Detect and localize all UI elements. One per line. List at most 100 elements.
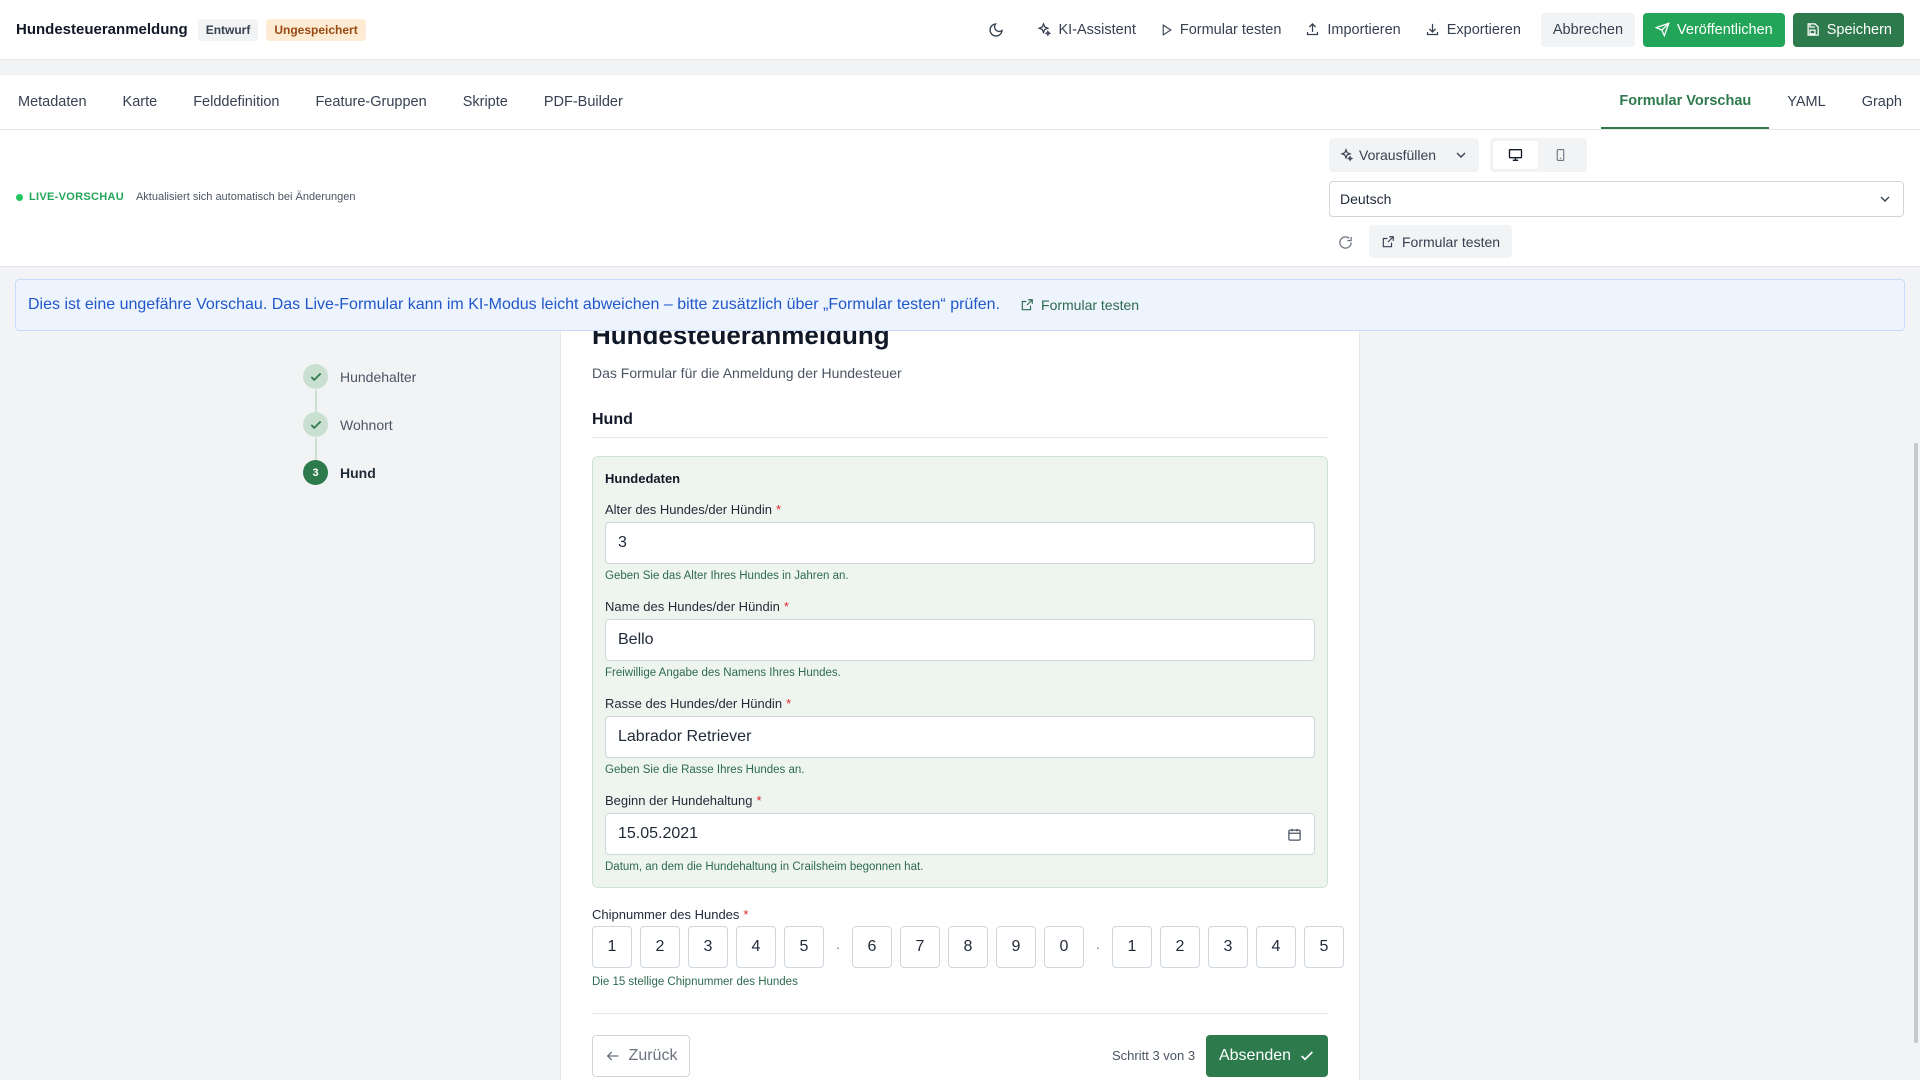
save-button[interactable]: Speichern [1792,12,1904,47]
export-button[interactable]: Exportieren [1413,13,1533,47]
submit-button[interactable]: Absenden [1206,1035,1328,1077]
chip-digit-input[interactable]: 8 [948,926,988,968]
banner-formular-testen-link[interactable]: Formular testen [1020,297,1139,313]
chip-digit-input[interactable]: 3 [688,926,728,968]
step-label: Hundehalter [340,368,417,385]
ki-assistent-button[interactable]: KI-Assistent [1024,13,1147,47]
prefill-dropdown[interactable]: Vorausfüllen [1329,138,1479,172]
external-link-icon [1382,235,1394,247]
form-subtitle: Das Formular für die Anmeldung der Hunde… [592,365,902,381]
preview-formular-testen-button[interactable]: Formular testen [1369,225,1513,258]
stepper-line [315,438,317,462]
tab-skripte[interactable]: Skripte [445,75,526,129]
mobile-view-button[interactable] [1538,141,1583,169]
tab-felddefinition[interactable]: Felddefinition [175,75,297,129]
tab-karte[interactable]: Karte [105,75,176,129]
submit-label: Absenden [1218,1047,1292,1064]
field-label-name: Name des Hundes/der Hündin * [605,599,789,614]
dark-mode-button[interactable] [978,13,1014,47]
live-label: LIVE-VORSCHAU [29,191,124,203]
chip-help: Die 15 stellige Chipnummer des Hundes [592,976,798,988]
step-hund[interactable]: 3 Hund [303,460,376,485]
chip-digit-input[interactable]: 4 [736,926,776,968]
export-label: Exportieren [1446,21,1521,38]
rasse-input[interactable]: Labrador Retriever [605,716,1315,758]
top-bar: Hundesteueranmeldung Entwurf Ungespeiche… [0,0,1920,60]
beginn-help: Datum, an dem die Hundehaltung in Crails… [605,861,924,873]
language-value: Deutsch [1340,191,1392,207]
rasse-help: Geben Sie die Rasse Ihres Hundes an. [605,764,805,776]
step-number: 3 [303,460,328,485]
preview-info-banner: Dies ist eine ungefähre Vorschau. Das Li… [15,279,1905,331]
chip-label: Chipnummer des Hundes * [592,907,749,922]
download-icon [1426,23,1438,36]
chip-digit-input[interactable]: 9 [996,926,1036,968]
back-button[interactable]: Zurück [592,1035,690,1077]
chip-digit-input[interactable]: 5 [1304,926,1344,968]
language-select[interactable]: Deutsch [1329,181,1904,217]
alter-input[interactable]: 3 [605,522,1315,564]
reload-button[interactable] [1334,231,1356,253]
moon-icon [989,22,1004,37]
beginn-date-input[interactable]: 15.05.2021 [605,813,1275,855]
external-link-icon [1021,299,1033,311]
chip-digit-input[interactable]: 2 [1160,926,1200,968]
play-icon [1162,23,1172,36]
chip-digit-input[interactable]: 1 [592,926,632,968]
chip-digit-input[interactable]: 0 [1044,926,1084,968]
chip-digit-input[interactable]: 2 [640,926,680,968]
section-divider [592,437,1328,438]
alter-help: Geben Sie das Alter Ihres Hundes in Jahr… [605,570,849,582]
date-picker-button[interactable] [1274,813,1315,855]
chevron-down-icon [1880,196,1890,202]
tab-bar: Metadaten Karte Felddefinition Feature-G… [0,75,1920,130]
cancel-button[interactable]: Abbrechen [1540,12,1636,47]
name-input[interactable]: Bello [605,619,1315,661]
desktop-view-button[interactable] [1493,141,1538,169]
publish-button[interactable]: Veröffentlichen [1643,12,1785,47]
upload-icon [1307,22,1319,36]
top-actions: KI-Assistent Formular testen Importieren… [978,12,1904,47]
import-label: Importieren [1327,21,1401,38]
save-icon [1807,23,1819,36]
step-wohnort[interactable]: Wohnort [303,412,393,437]
chip-digit-input[interactable]: 7 [900,926,940,968]
device-switch [1490,138,1587,172]
tab-graph[interactable]: Graph [1844,75,1920,129]
tab-formular-vorschau[interactable]: Formular Vorschau [1601,75,1770,129]
chip-number-inputs: 1 2 3 4 5 · 6 7 8 9 0 · 1 2 3 4 5 [592,926,1344,968]
check-icon [310,372,321,381]
prefill-label: Vorausfüllen [1359,147,1437,163]
save-label: Speichern [1826,21,1892,38]
chip-digit-input[interactable]: 4 [1256,926,1296,968]
live-description: Aktualisiert sich automatisch bei Änderu… [135,191,356,203]
step-done-circle [303,364,328,389]
step-hundehalter[interactable]: Hundehalter [303,364,416,389]
chip-digit-input[interactable]: 1 [1112,926,1152,968]
field-label-rasse: Rasse des Hundes/der Hündin * [605,696,792,711]
step-label: Hund [340,464,376,481]
publish-label: Veröffentlichen [1677,21,1773,38]
monitor-icon [1508,149,1523,161]
field-label-alter: Alter des Hundes/der Hündin * [605,502,781,517]
tab-metadaten[interactable]: Metadaten [0,75,105,129]
alter-value: 3 [618,534,627,551]
name-value: Bello [618,631,654,648]
chip-digit-input[interactable]: 5 [784,926,824,968]
step-label: Wohnort [340,416,393,433]
chevron-down-icon [1456,152,1466,158]
tab-feature-gruppen[interactable]: Feature-Gruppen [297,75,444,129]
chip-separator: · [1095,939,1101,955]
group-title: Hundedaten [605,471,681,486]
chip-digit-input[interactable]: 6 [852,926,892,968]
chip-digit-input[interactable]: 3 [1208,926,1248,968]
banner-text: Dies ist eine ungefähre Vorschau. Das Li… [28,296,1001,313]
tab-pdf-builder[interactable]: PDF-Builder [526,75,641,129]
name-help: Freiwillige Angabe des Namens Ihres Hund… [605,667,841,679]
scrollbar-thumb[interactable] [1914,443,1918,1043]
formular-testen-label: Formular testen [1179,21,1282,38]
arrow-left-icon [606,1051,618,1061]
formular-testen-button[interactable]: Formular testen [1148,13,1294,47]
tab-yaml[interactable]: YAML [1769,75,1843,129]
import-button[interactable]: Importieren [1293,13,1412,47]
